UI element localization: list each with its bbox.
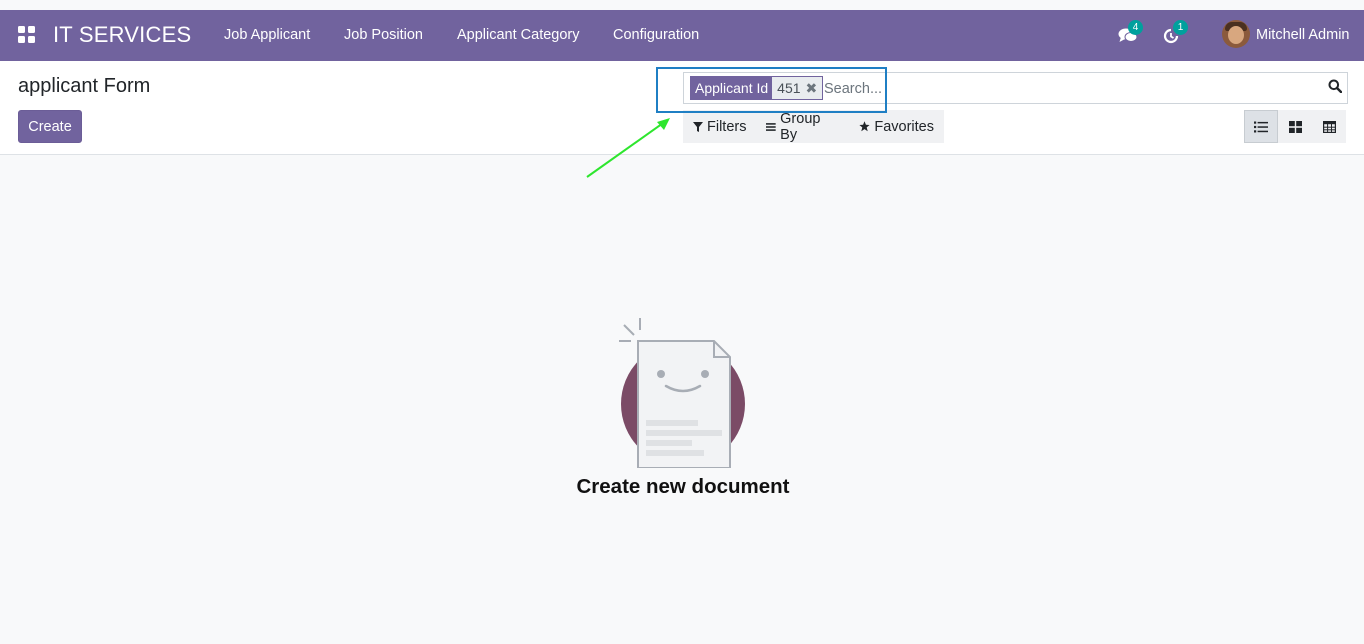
- create-button[interactable]: Create: [18, 110, 82, 143]
- groupby-dropdown[interactable]: Group By: [756, 111, 849, 143]
- messaging-button[interactable]: 4: [1118, 20, 1143, 49]
- star-icon: [859, 121, 870, 132]
- activities-badge: 1: [1173, 20, 1188, 35]
- search-options: Filters Group By Favorites: [683, 110, 944, 143]
- user-menu-name[interactable]: Mitchell Admin: [1256, 27, 1349, 43]
- page-title: applicant Form: [18, 75, 151, 97]
- filters-label: Filters: [707, 118, 747, 135]
- bars-icon: [766, 122, 777, 131]
- filters-dropdown[interactable]: Filters: [683, 119, 756, 135]
- table-icon: [1322, 120, 1336, 133]
- filter-icon: [693, 121, 703, 132]
- list-icon: [1254, 121, 1268, 132]
- pivot-view-button[interactable]: [1312, 110, 1346, 143]
- search-input[interactable]: [824, 78, 1304, 100]
- empty-state-title: Create new document: [576, 475, 790, 498]
- apps-menu-icon[interactable]: [18, 26, 35, 43]
- menu-job-applicant[interactable]: Job Applicant: [224, 27, 310, 43]
- groupby-label: Group By: [780, 110, 821, 143]
- app-brand[interactable]: IT SERVICES: [53, 22, 191, 48]
- favorites-label: Favorites: [874, 118, 934, 135]
- kanban-icon: [1288, 120, 1302, 133]
- view-switcher: [1244, 110, 1346, 143]
- list-view-button[interactable]: [1244, 110, 1278, 143]
- search-icon[interactable]: [1328, 79, 1343, 98]
- menu-applicant-category[interactable]: Applicant Category: [457, 27, 580, 43]
- user-avatar[interactable]: [1222, 20, 1250, 48]
- menu-job-position[interactable]: Job Position: [344, 27, 423, 43]
- menu-configuration[interactable]: Configuration: [613, 27, 699, 43]
- kanban-view-button[interactable]: [1278, 110, 1312, 143]
- favorites-dropdown[interactable]: Favorites: [849, 119, 944, 135]
- top-navbar: IT SERVICES Job Applicant Job Position A…: [0, 10, 1364, 61]
- annotation-arrow-icon: [586, 118, 670, 178]
- activities-button[interactable]: 1: [1163, 20, 1188, 49]
- empty-document-icon: [619, 318, 745, 468]
- annotation-highlight-box: [656, 67, 887, 113]
- messages-badge: 4: [1128, 20, 1143, 35]
